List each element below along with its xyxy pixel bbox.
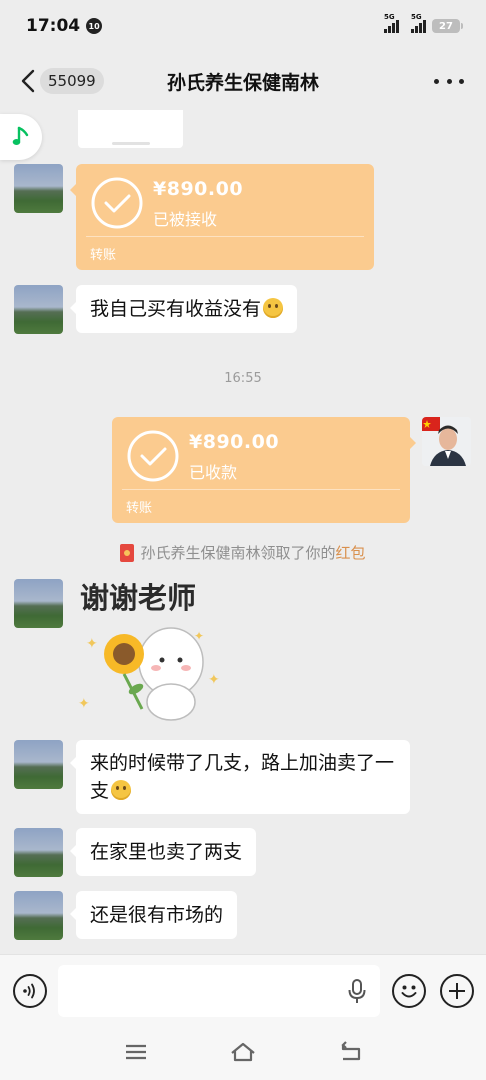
transfer-card-sent[interactable]: ¥890.00 已收款 转账: [112, 417, 416, 523]
avatar[interactable]: [14, 579, 63, 628]
transfer-kind: 转账: [126, 501, 153, 516]
message-text: 还是很有市场的: [90, 904, 224, 926]
floating-music-button[interactable]: [0, 114, 42, 160]
my-avatar[interactable]: [422, 417, 471, 466]
red-packet-link[interactable]: 红包: [336, 544, 366, 562]
mic-icon[interactable]: [347, 979, 367, 1005]
voice-button[interactable]: [13, 974, 47, 1008]
transfer-amount: ¥890.00: [189, 431, 280, 453]
home-icon[interactable]: [229, 1040, 257, 1064]
transfer-status: 已被接收: [153, 210, 218, 229]
menu-icon[interactable]: [122, 1040, 150, 1064]
chat-header: 55099 孙氏养生保健南林: [0, 52, 486, 110]
svg-text:✦: ✦: [194, 629, 204, 643]
plus-button[interactable]: [440, 974, 474, 1008]
chevron-left-icon: [21, 69, 35, 93]
avatar[interactable]: [14, 828, 63, 877]
message-text: 在家里也卖了两支: [90, 841, 243, 863]
svg-text:✦: ✦: [208, 672, 220, 688]
status-indicators: 5G 5G 27: [384, 13, 463, 33]
input-bar: [0, 954, 486, 1026]
avatar[interactable]: [14, 891, 63, 940]
transfer-kind: 转账: [90, 248, 117, 263]
more-dots-icon: [434, 78, 439, 84]
message-text: 来的时候带了几支，路上加油卖了一支: [90, 752, 395, 802]
more-button[interactable]: [434, 70, 464, 92]
sticker-image: 谢谢老师 ✦ ✦ ✦ ✦: [78, 581, 220, 721]
music-note-icon: [12, 126, 29, 145]
transfer-amount: ¥890.00: [153, 178, 244, 200]
divider: [86, 236, 364, 237]
battery-icon: 27: [432, 19, 463, 33]
voice-icon: [23, 983, 35, 999]
transfer-status: 已收款: [189, 463, 238, 482]
signal-icon: 5G: [384, 13, 399, 33]
svg-text:✦: ✦: [86, 636, 98, 652]
signal-label: 5G: [411, 13, 422, 21]
emoji-button[interactable]: [392, 974, 426, 1008]
message-text: 我自己买有收益没有: [90, 298, 262, 320]
check-circle-icon: [91, 177, 143, 229]
message-list[interactable]: ¥890.00 已被接收 转账 我自己买有收益没有 16:55 ¥890.00 …: [0, 110, 486, 954]
partial-message-bubble[interactable]: [78, 110, 183, 148]
avatar[interactable]: [14, 164, 63, 213]
divider: [122, 489, 400, 490]
status-bar: 17:04 10 5G 5G 27: [0, 0, 486, 52]
emoji-icon: [401, 985, 417, 998]
signal-icon: 5G: [411, 13, 426, 33]
sticker-message[interactable]: 谢谢老师 ✦ ✦ ✦ ✦: [76, 574, 226, 724]
timestamp: 16:55: [224, 371, 262, 386]
transfer-card-received[interactable]: ¥890.00 已被接收 转账: [70, 164, 374, 270]
smile-emoji-icon: [111, 780, 132, 800]
svg-text:✦: ✦: [78, 696, 90, 712]
red-packet-icon: [120, 543, 135, 562]
back-nav-icon[interactable]: [337, 1040, 365, 1064]
profile-photo: [422, 417, 471, 466]
back-button[interactable]: [16, 67, 40, 95]
notification-badge: 10: [86, 18, 103, 34]
sticker-text: 谢谢老师: [80, 581, 196, 615]
system-nav-bar: [0, 1026, 486, 1080]
unread-count-badge[interactable]: 55099: [40, 68, 104, 94]
avatar[interactable]: [14, 285, 63, 334]
avatar[interactable]: [14, 740, 63, 789]
plus-icon: [449, 983, 465, 999]
check-circle-icon: [127, 430, 179, 482]
system-message-text: 孙氏养生保健南林领取了你的: [140, 544, 336, 562]
system-message: 孙氏养生保健南林领取了你的红包: [0, 542, 486, 563]
message-bubble[interactable]: 来的时候带了几支，路上加油卖了一支: [70, 740, 410, 814]
signal-label: 5G: [384, 13, 395, 21]
message-bubble[interactable]: 我自己买有收益没有: [69, 285, 298, 333]
message-bubble[interactable]: 在家里也卖了两支: [69, 828, 257, 876]
status-time: 17:04: [26, 16, 81, 36]
thinking-emoji-icon: [263, 298, 284, 318]
message-input[interactable]: [58, 965, 380, 1017]
message-bubble[interactable]: 还是很有市场的: [69, 891, 238, 939]
